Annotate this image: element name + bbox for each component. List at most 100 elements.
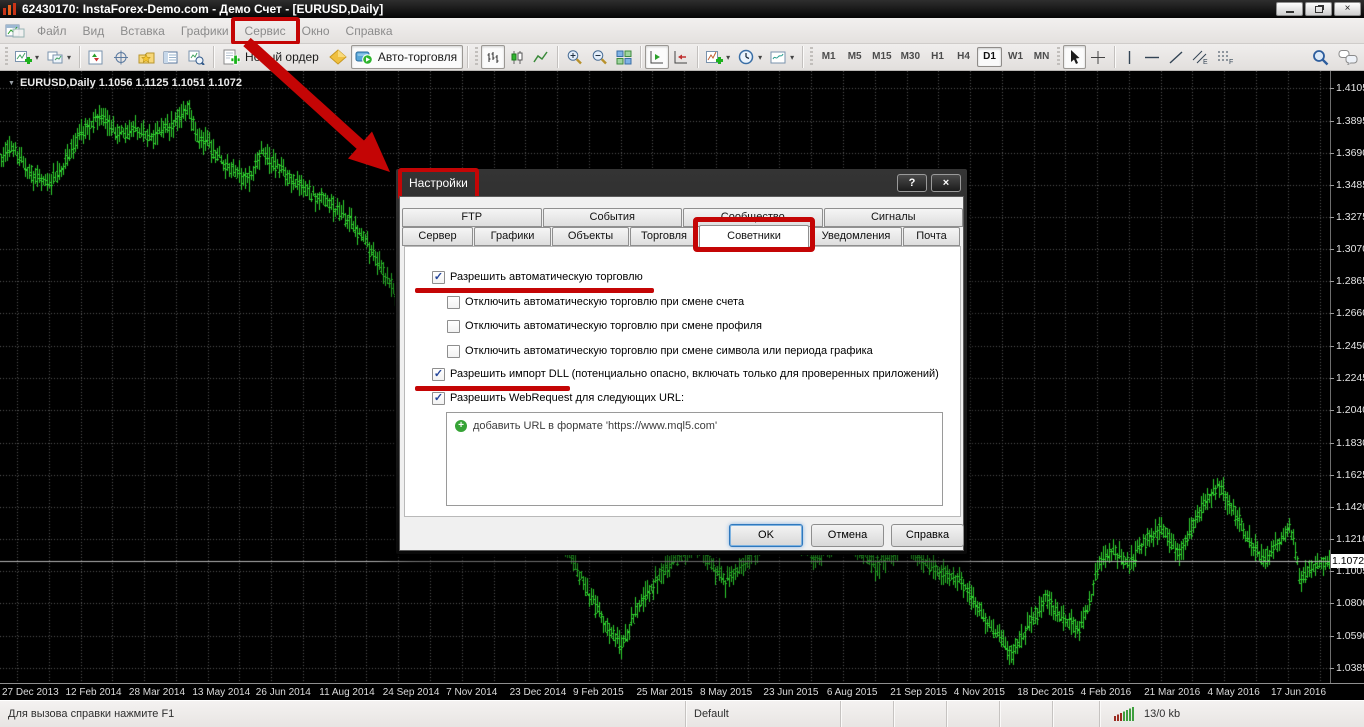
timeframe-m5[interactable]: M5 (842, 47, 867, 67)
price-tick-label: 1.0590 (1336, 630, 1364, 642)
navigator-button[interactable] (134, 45, 159, 69)
tab-события[interactable]: События (543, 208, 683, 227)
dialog-close-button[interactable]: × (931, 174, 961, 192)
menu-item-4[interactable]: Сервис (237, 20, 294, 42)
timeframe-w1[interactable]: W1 (1003, 47, 1028, 67)
menu-item-1[interactable]: Вид (75, 20, 113, 42)
menu-item-0[interactable]: Файл (29, 20, 75, 42)
checkbox-checked[interactable]: ✓ (432, 271, 445, 284)
dialog-titlebar[interactable]: Настройки ? × (399, 169, 964, 196)
status-bar: Для вызова справки нажмите F1 Default 13… (0, 700, 1364, 727)
fibonacci-button[interactable]: F (1213, 45, 1238, 69)
new-order-button[interactable]: Новый ордер (218, 45, 325, 69)
status-profile[interactable]: Default (686, 701, 841, 727)
help-button[interactable]: Справка (891, 524, 964, 547)
app-logo-icon (3, 3, 17, 15)
menu-item-5[interactable]: Окно (294, 20, 338, 42)
trendline-icon (1168, 50, 1184, 65)
checkbox-unchecked[interactable] (447, 320, 460, 333)
tab-3[interactable]: Торговля (630, 227, 698, 246)
horizontal-line-icon (1144, 50, 1160, 65)
tab-6[interactable]: Почта (903, 227, 960, 246)
indicators-button[interactable]: ▾ (702, 45, 734, 69)
add-url-row[interactable]: + добавить URL в формате 'https://www.mq… (455, 420, 934, 432)
toolbar-grip[interactable] (4, 47, 9, 67)
tab-2[interactable]: Объекты (552, 227, 629, 246)
checkbox-row: ✓Разрешить автоматическую торговлю (432, 269, 643, 285)
toolbar-grip[interactable] (809, 47, 814, 67)
tab-ftp[interactable]: FTP (402, 208, 542, 227)
menu-item-3[interactable]: Графики (173, 20, 237, 42)
cursor-button[interactable] (1063, 45, 1086, 69)
date-tick-label: 7 Nov 2014 (446, 687, 497, 698)
tab-sovetniki[interactable]: Советники (699, 225, 809, 248)
checkbox-label: Отключить автоматическую торговлю при см… (465, 296, 744, 308)
menu-item-2[interactable]: Вставка (112, 20, 173, 42)
checkbox-row: ✓ Разрешить WebRequest для следующих URL: (432, 390, 684, 406)
candlestick-chart-button[interactable] (505, 45, 529, 69)
price-axis[interactable]: 1.41051.38951.36901.34851.32751.30701.28… (1330, 71, 1364, 683)
data-window-button[interactable] (109, 45, 134, 69)
zoom-out-icon (591, 49, 608, 65)
dialog-body: FTPСобытияСообществоСигналы СерверГрафик… (399, 196, 964, 551)
checkbox-checked[interactable]: ✓ (432, 368, 445, 381)
auto-scroll-button[interactable] (645, 45, 669, 69)
terminal-button[interactable] (159, 45, 184, 69)
checkbox-label: Разрешить WebRequest для следующих URL: (450, 392, 684, 404)
bar-chart-button[interactable] (481, 45, 505, 69)
dialog-help-button[interactable]: ? (897, 174, 927, 192)
navigator-star-icon (138, 50, 155, 65)
close-button[interactable]: × (1334, 2, 1361, 16)
window-titlebar[interactable]: 62430170: InstaForex-Demo.com - Демо Сче… (0, 0, 1364, 18)
chart-shift-button[interactable] (669, 45, 693, 69)
chevron-down-icon: ▾ (726, 53, 730, 62)
trendline-button[interactable] (1164, 45, 1188, 69)
market-watch-button[interactable] (84, 45, 109, 69)
line-chart-button[interactable] (529, 45, 553, 69)
timeframe-d1[interactable]: D1 (977, 47, 1002, 67)
horizontal-line-button[interactable] (1140, 45, 1164, 69)
menu-item-6[interactable]: Справка (338, 20, 401, 42)
minimize-icon (1286, 11, 1294, 13)
minimize-button[interactable] (1276, 2, 1303, 16)
tile-windows-button[interactable] (612, 45, 636, 69)
timeframe-m30[interactable]: M30 (897, 47, 924, 67)
tab-5[interactable]: Уведомления (810, 227, 902, 246)
timeframe-mn[interactable]: MN (1029, 47, 1054, 67)
toolbar-grip[interactable] (1056, 47, 1061, 67)
zoom-out-button[interactable] (587, 45, 612, 69)
chat-button[interactable] (1334, 45, 1362, 69)
periods-button[interactable]: ▾ (734, 45, 766, 69)
cancel-button[interactable]: Отмена (811, 524, 884, 547)
timeframe-h4[interactable]: H4 (951, 47, 976, 67)
find-symbol-button[interactable] (1308, 45, 1334, 69)
new-chart-button[interactable]: ▾ (11, 45, 43, 69)
date-axis[interactable]: 27 Dec 201312 Feb 201428 Mar 201413 May … (0, 683, 1364, 700)
timeframe-m15[interactable]: M15 (868, 47, 895, 67)
tab-1[interactable]: Графики (474, 227, 551, 246)
checkbox-checked[interactable]: ✓ (432, 392, 445, 405)
strategy-tester-button[interactable] (184, 45, 209, 69)
webrequest-url-list[interactable]: + добавить URL в формате 'https://www.mq… (446, 412, 943, 506)
date-tick-label: 17 Jun 2016 (1271, 687, 1326, 698)
date-tick-label: 12 Feb 2014 (65, 687, 121, 698)
zoom-in-button[interactable] (562, 45, 587, 69)
tab-0[interactable]: Сервер (402, 227, 473, 246)
checkbox-unchecked[interactable] (447, 296, 460, 309)
crosshair-button[interactable] (1086, 45, 1110, 69)
timeframe-h1[interactable]: H1 (925, 47, 950, 67)
date-tick-label: 18 Dec 2015 (1017, 687, 1074, 698)
restore-button[interactable] (1305, 2, 1332, 16)
vertical-line-button[interactable] (1119, 45, 1140, 69)
status-empty-segment (841, 701, 894, 727)
checkbox-unchecked[interactable] (447, 345, 460, 358)
timeframe-m1[interactable]: M1 (816, 47, 841, 67)
autotrade-toggle[interactable]: Авто-торговля (351, 45, 463, 69)
toolbar-grip[interactable] (474, 47, 479, 67)
profiles-button[interactable]: ▾ (43, 45, 75, 69)
tab-сигналы[interactable]: Сигналы (824, 208, 964, 227)
ok-button[interactable]: OK (729, 524, 803, 547)
templates-button[interactable]: ▾ (766, 45, 798, 69)
equidistant-channel-button[interactable]: E (1188, 45, 1213, 69)
metaeditor-button[interactable] (325, 45, 351, 69)
